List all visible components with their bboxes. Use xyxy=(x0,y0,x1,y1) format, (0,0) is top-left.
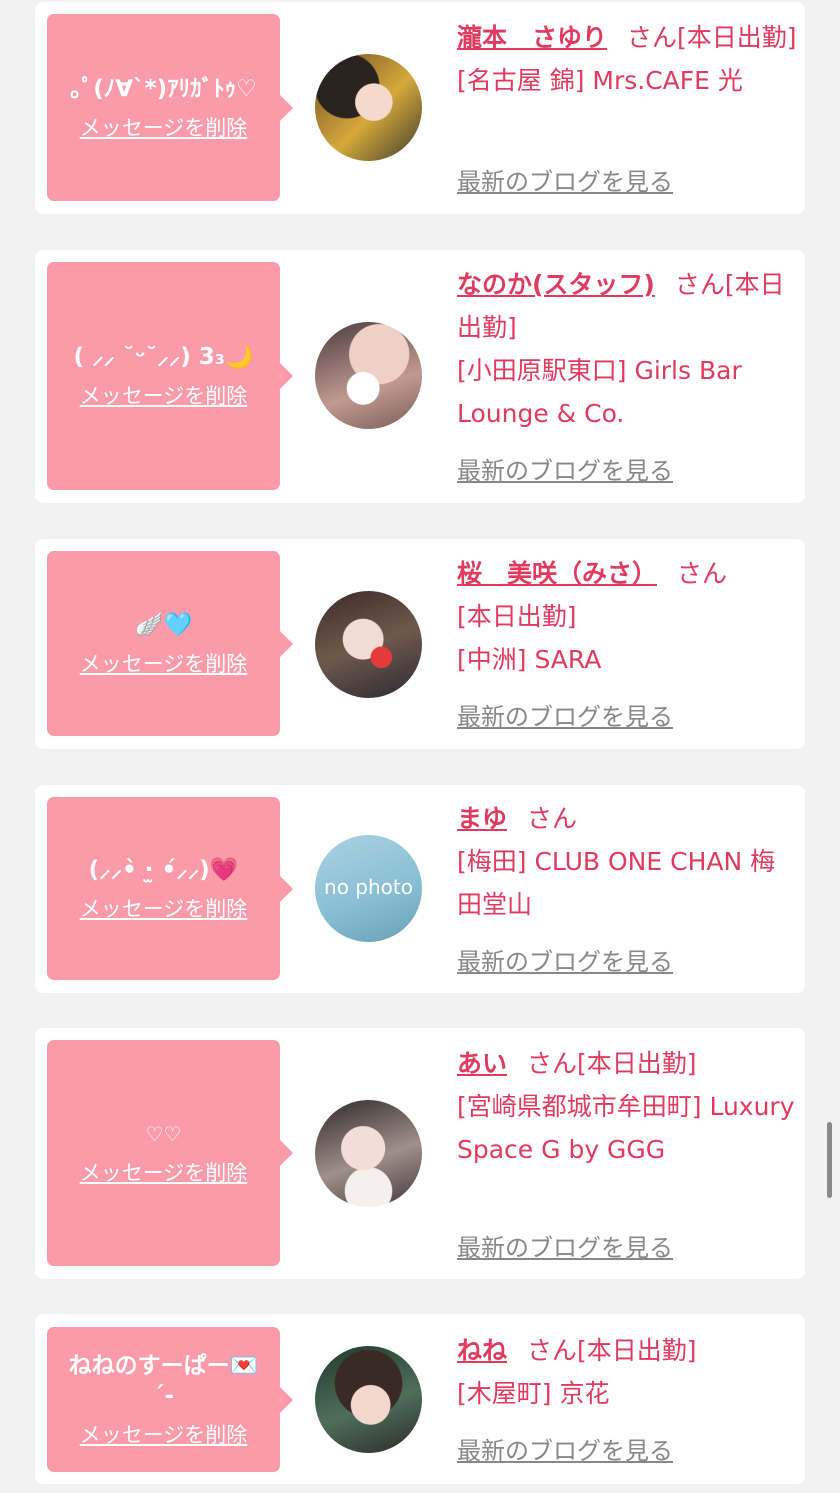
cast-name-link[interactable]: 瀧本 さゆり xyxy=(457,23,607,52)
avatar[interactable] xyxy=(315,54,422,161)
message-bubble: (⸝⸝•̀ ·̫ •́⸝⸝)💗 メッセージを削除 xyxy=(47,797,293,980)
message-text: 🪽🩵 xyxy=(134,611,193,638)
cast-name-link[interactable]: なのか(スタッフ) xyxy=(457,270,655,299)
cast-name-link[interactable]: あい xyxy=(457,1049,507,1078)
shop-name: [名古屋 錦] Mrs.CAFE 光 xyxy=(457,66,743,95)
message-text: ｡ﾟ(ﾉ∀`*)ｱﾘｶﾞﾄｩ♡ xyxy=(70,75,257,102)
delete-message-link[interactable]: メッセージを削除 xyxy=(80,648,248,678)
no-photo-text: no photo xyxy=(324,874,413,899)
delete-message-link[interactable]: メッセージを削除 xyxy=(80,893,248,923)
message-card: (⸝⸝•̀ ·̫ •́⸝⸝)💗 メッセージを削除 no photo まゆ さん [… xyxy=(35,785,805,993)
latest-blog-link[interactable]: 最新のブログを見る xyxy=(457,451,673,486)
honorific: さん xyxy=(677,559,728,588)
cast-info: まゆ さん [梅田] CLUB ONE CHAN 梅田堂山 xyxy=(457,797,797,926)
message-card: 🪽🩵 メッセージを削除 桜 美咲（みさ） さん [本日出勤] [中洲] SARA … xyxy=(35,539,805,749)
shop-name: [小田原駅東口] Girls Bar Lounge & Co. xyxy=(457,356,742,428)
cast-info: 桜 美咲（みさ） さん [本日出勤] [中洲] SARA xyxy=(457,552,797,681)
honorific: さん xyxy=(527,1049,578,1078)
latest-blog-link[interactable]: 最新のブログを見る xyxy=(457,942,673,977)
cast-name-link[interactable]: 桜 美咲（みさ） xyxy=(457,559,657,588)
avatar[interactable] xyxy=(315,591,422,698)
latest-blog-link[interactable]: 最新のブログを見る xyxy=(457,162,673,197)
honorific: さん xyxy=(674,270,725,299)
honorific: さん xyxy=(627,23,678,52)
honorific: さん xyxy=(527,1336,578,1365)
message-card: ♡♡ メッセージを削除 あい さん[本日出勤] [宮崎県都城市牟田町] Luxur… xyxy=(35,1028,805,1279)
avatar[interactable] xyxy=(315,322,422,429)
scrollbar[interactable] xyxy=(827,1122,832,1198)
shop-name: [宮崎県都城市牟田町] Luxury Space G by GGG xyxy=(457,1092,795,1164)
cast-name-link[interactable]: ねね xyxy=(457,1336,507,1365)
shop-name: [木屋町] 京花 xyxy=(457,1379,610,1408)
delete-message-link[interactable]: メッセージを削除 xyxy=(80,1419,248,1449)
message-text: ねねのすーぱー💌 ´- xyxy=(68,1352,259,1409)
cast-info: 瀧本 さゆり さん[本日出勤] [名古屋 錦] Mrs.CAFE 光 xyxy=(457,16,797,102)
delete-message-link[interactable]: メッセージを削除 xyxy=(80,112,248,142)
delete-message-link[interactable]: メッセージを削除 xyxy=(80,380,248,410)
attendance-status: [本日出勤] xyxy=(677,23,797,52)
message-text: (⸝⸝•̀ ·̫ •́⸝⸝)💗 xyxy=(88,856,239,883)
message-card: ねねのすーぱー💌 ´- メッセージを削除 ねね さん[本日出勤] [木屋町] 京花… xyxy=(35,1314,805,1484)
message-bubble: ｡ﾟ(ﾉ∀`*)ｱﾘｶﾞﾄｩ♡ メッセージを削除 xyxy=(47,14,293,201)
cast-info: あい さん[本日出勤] [宮崎県都城市牟田町] Luxury Space G by… xyxy=(457,1042,797,1171)
latest-blog-link[interactable]: 最新のブログを見る xyxy=(457,1431,673,1466)
attendance-status: [本日出勤] xyxy=(577,1336,697,1365)
avatar[interactable]: no photo xyxy=(315,835,422,942)
message-card: ( ⸝⸝ ˘ᵕ˘⸝⸝) 3₃🌙 メッセージを削除 なのか(スタッフ) さん[本日出… xyxy=(35,250,805,503)
cast-name-link[interactable]: まゆ xyxy=(457,804,507,833)
message-bubble: ( ⸝⸝ ˘ᵕ˘⸝⸝) 3₃🌙 メッセージを削除 xyxy=(47,262,293,490)
cast-info: ねね さん[本日出勤] [木屋町] 京花 xyxy=(457,1329,797,1415)
message-card: ｡ﾟ(ﾉ∀`*)ｱﾘｶﾞﾄｩ♡ メッセージを削除 瀧本 さゆり さん[本日出勤] … xyxy=(35,2,805,214)
attendance-status: [本日出勤] xyxy=(457,602,577,631)
latest-blog-link[interactable]: 最新のブログを見る xyxy=(457,697,673,732)
shop-name: [中洲] SARA xyxy=(457,645,602,674)
avatar[interactable] xyxy=(315,1100,422,1207)
shop-name: [梅田] CLUB ONE CHAN 梅田堂山 xyxy=(457,847,776,919)
message-bubble: ねねのすーぱー💌 ´- メッセージを削除 xyxy=(47,1327,293,1472)
avatar[interactable] xyxy=(315,1346,422,1453)
attendance-status: [本日出勤] xyxy=(577,1049,697,1078)
message-text: ♡♡ xyxy=(145,1122,182,1146)
delete-message-link[interactable]: メッセージを削除 xyxy=(80,1157,248,1187)
message-bubble: 🪽🩵 メッセージを削除 xyxy=(47,551,293,736)
latest-blog-link[interactable]: 最新のブログを見る xyxy=(457,1228,673,1263)
cast-info: なのか(スタッフ) さん[本日出勤] [小田原駅東口] Girls Bar Lou… xyxy=(457,263,797,435)
message-text: ( ⸝⸝ ˘ᵕ˘⸝⸝) 3₃🌙 xyxy=(73,344,254,370)
honorific: さん xyxy=(527,804,578,833)
message-bubble: ♡♡ メッセージを削除 xyxy=(47,1040,293,1266)
